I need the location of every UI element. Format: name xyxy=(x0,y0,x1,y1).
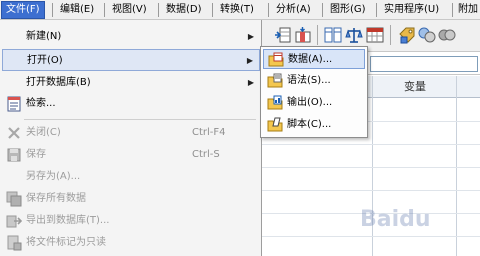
menu-item-open-database[interactable]: 打开数据库(B) ▶ xyxy=(2,72,260,94)
menu-item-save: 保存 Ctrl-S xyxy=(2,144,260,166)
menu-item-label: 打开数据库(B) xyxy=(26,77,91,88)
menu-utilities[interactable]: 实用程序(U) xyxy=(380,2,443,18)
menu-separator xyxy=(212,3,213,17)
menu-item-label: 关闭(C) xyxy=(26,127,61,138)
file-menu: 新建(N) ▶ 打开(O) ▶ 打开数据库(B) ▶ 检索... 关闭(C) C… xyxy=(0,20,262,256)
grid-row-line xyxy=(262,190,480,191)
toolbar-separator xyxy=(317,25,318,45)
menu-item-save-as: 另存为(A)... xyxy=(2,166,260,188)
menu-item-label: 导出到数据库(T)... xyxy=(26,215,110,226)
baidu-watermark-logo: Baidu xyxy=(360,207,431,232)
menu-file[interactable]: 文件(F) xyxy=(1,1,45,19)
weight-cases-icon[interactable] xyxy=(345,26,363,44)
submenu-item-label: 语法(S)... xyxy=(287,75,331,86)
menu-separator xyxy=(24,119,256,120)
menu-item-label: 新建(N) xyxy=(26,31,62,42)
grid-row-line xyxy=(262,167,480,168)
submenu-item-label: 输出(O)... xyxy=(287,97,333,108)
submenu-item-label: 数据(A)... xyxy=(288,54,333,65)
menu-item-open[interactable]: 打开(O) ▶ xyxy=(2,49,260,71)
menu-item-label: 将文件标记为只读 xyxy=(26,237,106,248)
submenu-arrow-icon: ▶ xyxy=(247,32,254,41)
menu-data[interactable]: 数据(D) xyxy=(162,2,206,18)
split-file-icon[interactable] xyxy=(324,26,342,44)
submenu-arrow-icon: ▶ xyxy=(246,56,253,65)
menu-item-export-to-database: 导出到数据库(T)... xyxy=(2,210,260,232)
shortcut-label: Ctrl-S xyxy=(192,149,220,160)
menu-item-mark-read-only: 将文件标记为只读 xyxy=(2,232,260,254)
menu-separator xyxy=(104,3,105,17)
menu-item-read-text[interactable]: 检索... xyxy=(2,93,260,115)
submenu-arrow-icon: ▶ xyxy=(247,78,254,87)
menu-analyze[interactable]: 分析(A) xyxy=(272,2,315,18)
open-syntax-icon xyxy=(267,73,283,88)
menu-item-save-all-data: 保存所有数据 xyxy=(2,188,260,210)
grid-row-line xyxy=(262,144,480,145)
open-script-icon xyxy=(267,117,283,132)
menu-separator xyxy=(158,3,159,17)
select-cases-icon[interactable] xyxy=(366,26,384,44)
submenu-item-output[interactable]: 输出(O)... xyxy=(263,93,365,113)
menu-item-label: 打开(O) xyxy=(27,55,63,66)
menu-graphs[interactable]: 图形(G) xyxy=(326,2,370,18)
menu-item-label: 另存为(A)... xyxy=(26,171,81,182)
submenu-item-syntax[interactable]: 语法(S)... xyxy=(263,71,365,91)
menu-separator xyxy=(268,3,269,17)
insert-variable-icon[interactable] xyxy=(294,26,312,44)
open-submenu: 数据(A)... 语法(S)... 输出(O)... 脚本(C)... xyxy=(260,46,368,138)
watermark-text: Baidu xyxy=(360,207,431,232)
value-labels-icon[interactable] xyxy=(398,26,416,44)
submenu-item-label: 脚本(C)... xyxy=(287,119,332,130)
menu-edit[interactable]: 编辑(E) xyxy=(56,2,98,18)
menu-separator xyxy=(376,3,377,17)
menu-item-new[interactable]: 新建(N) ▶ xyxy=(2,26,260,48)
menu-view[interactable]: 视图(V) xyxy=(108,2,151,18)
save-all-icon xyxy=(6,191,22,207)
show-all-variables-icon[interactable] xyxy=(438,26,456,44)
menu-item-close: 关闭(C) Ctrl-F4 xyxy=(2,122,260,144)
open-output-icon xyxy=(267,95,283,110)
goto-case-icon[interactable] xyxy=(274,26,292,44)
menu-bar: 文件(F) 编辑(E) 视图(V) 数据(D) 转换(T) 分析(A) 图形(G… xyxy=(0,0,480,20)
variable-column-header[interactable]: 变量 xyxy=(374,76,456,98)
lock-file-icon xyxy=(7,235,22,251)
submenu-item-data[interactable]: 数据(A)... xyxy=(263,49,365,69)
shortcut-label: Ctrl-F4 xyxy=(192,127,226,138)
save-icon xyxy=(7,148,21,162)
read-text-data-icon xyxy=(7,96,21,112)
export-database-icon xyxy=(6,215,22,228)
toolbar-separator xyxy=(390,25,391,45)
menu-item-label: 保存所有数据 xyxy=(26,193,86,204)
menu-separator xyxy=(322,3,323,17)
menu-separator xyxy=(452,3,453,17)
menu-addons[interactable]: 附加 xyxy=(454,2,480,18)
cell-editor-input[interactable] xyxy=(370,56,478,72)
menu-item-label: 保存 xyxy=(26,149,46,160)
use-sets-icon[interactable] xyxy=(418,26,436,44)
submenu-item-script[interactable]: 脚本(C)... xyxy=(263,115,365,135)
open-data-icon xyxy=(268,52,284,67)
close-icon xyxy=(8,127,20,139)
menu-separator xyxy=(52,3,53,17)
menu-item-label: 检索... xyxy=(26,98,56,109)
menu-transform[interactable]: 转换(T) xyxy=(216,2,258,18)
